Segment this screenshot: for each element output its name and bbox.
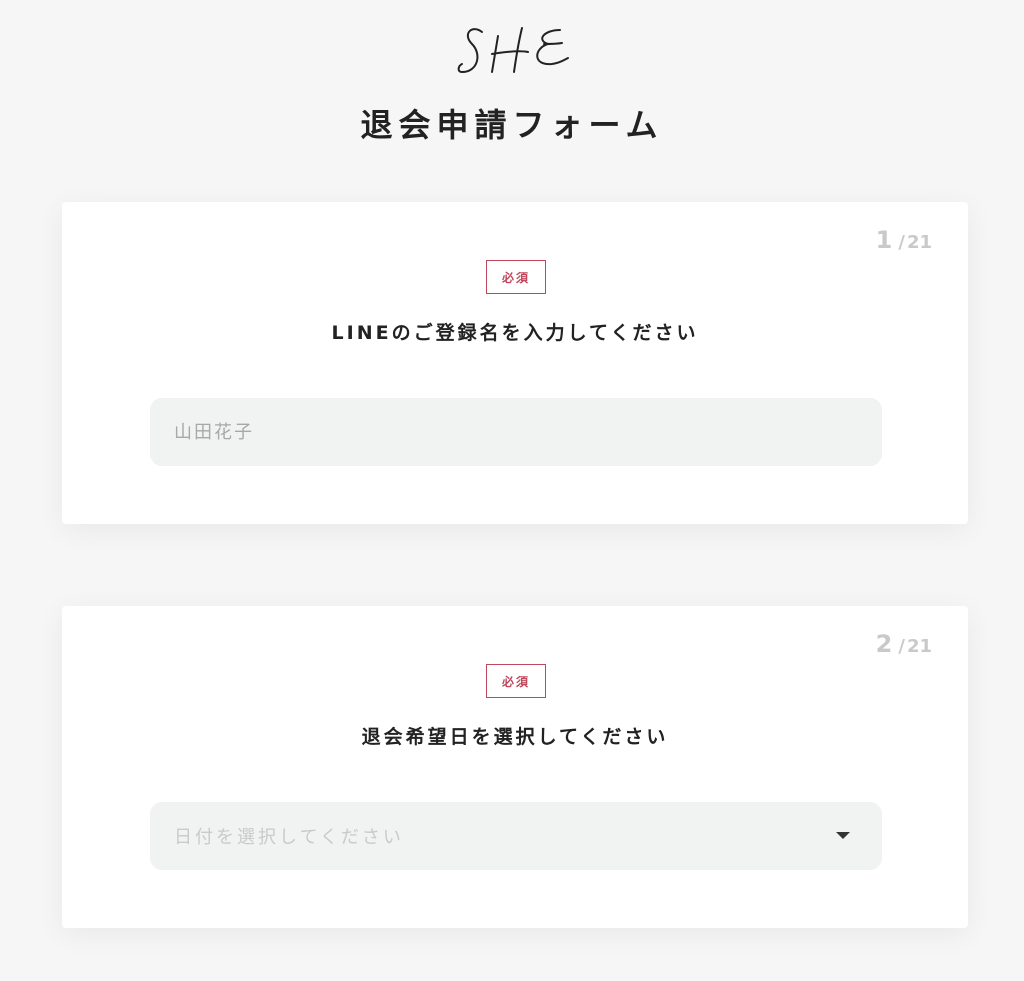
withdrawal-form-page: 退会申請フォーム 1/21 必須 LINEのご登録名を入力してください 2/21… [0, 0, 1024, 981]
line-name-input[interactable] [150, 398, 882, 466]
withdrawal-date-select[interactable]: 日付を選択してください [150, 802, 882, 870]
question-counter: 2/21 [876, 630, 932, 658]
question-counter: 1/21 [876, 226, 932, 254]
required-badge: 必須 [486, 260, 546, 294]
question-card-2: 2/21 必須 退会希望日を選択してください 日付を選択してください [62, 606, 968, 928]
required-badge: 必須 [486, 664, 546, 698]
question-label: 退会希望日を選択してください [361, 726, 669, 748]
select-placeholder: 日付を選択してください [174, 827, 404, 848]
page-title: 退会申請フォーム [360, 106, 664, 144]
she-logo [452, 14, 580, 84]
question-number: 2 [875, 630, 893, 658]
question-number: 1 [875, 226, 893, 254]
counter-separator: / [898, 232, 905, 253]
counter-separator: / [898, 636, 905, 657]
question-card-1: 1/21 必須 LINEのご登録名を入力してください [62, 202, 968, 524]
question-label: LINEのご登録名を入力してください [331, 322, 699, 344]
caret-down-icon [836, 832, 850, 839]
question-total: 21 [906, 636, 932, 657]
question-total: 21 [906, 232, 932, 253]
